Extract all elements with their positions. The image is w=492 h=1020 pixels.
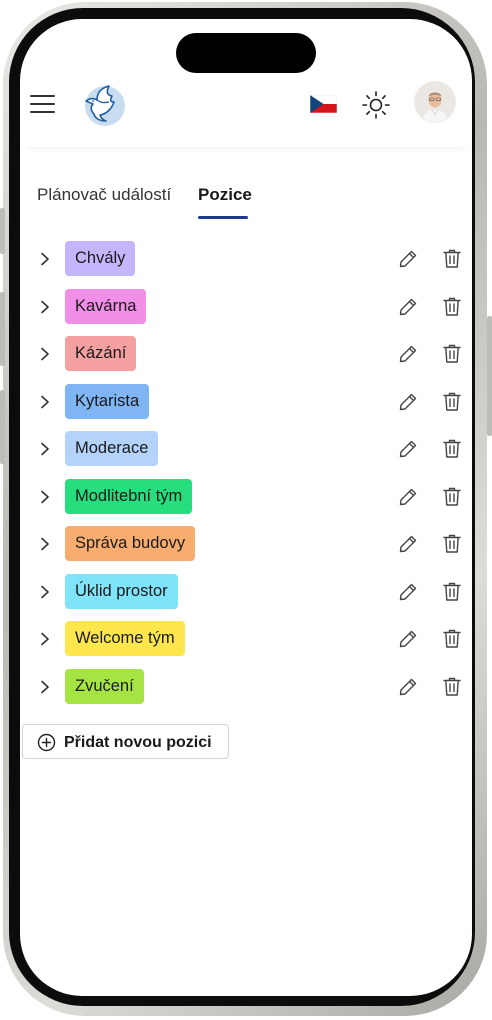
chevron-right-icon[interactable] (38, 395, 52, 409)
active-tab-indicator (198, 216, 248, 219)
avatar-image (415, 82, 455, 122)
volume-down-button (0, 390, 5, 464)
dove-logo-icon[interactable] (80, 81, 126, 127)
position-row: Zvučení (20, 668, 472, 716)
position-badge: Welcome tým (65, 621, 185, 656)
chevron-right-icon[interactable] (38, 490, 52, 504)
trash-icon[interactable] (442, 486, 462, 507)
user-avatar[interactable] (414, 81, 456, 123)
plus-circle-icon (37, 733, 56, 752)
czech-flag-icon[interactable] (310, 95, 337, 113)
chevron-right-icon[interactable] (38, 632, 52, 646)
position-row: Úklid prostor (20, 573, 472, 621)
position-badge: Modlitební tým (65, 478, 193, 514)
trash-icon[interactable] (442, 581, 462, 602)
trash-icon[interactable] (442, 343, 462, 364)
position-row: Moderace (20, 431, 472, 478)
chevron-right-icon[interactable] (38, 347, 52, 361)
pencil-icon[interactable] (398, 534, 418, 554)
add-position-label: Přidat novou pozici (64, 734, 212, 751)
position-row: Welcome tým (20, 621, 472, 668)
position-badge: Správa budovy (65, 526, 196, 561)
position-badge: Úklid prostor (65, 573, 178, 609)
position-badge: Kytarista (65, 383, 150, 419)
pencil-icon[interactable] (398, 344, 418, 364)
app-header (20, 75, 472, 147)
trash-icon[interactable] (442, 296, 462, 317)
pencil-icon[interactable] (398, 677, 418, 697)
position-badge: Kázání (65, 336, 137, 371)
add-position-button[interactable]: Přidat novou pozici (22, 724, 229, 759)
chevron-right-icon[interactable] (38, 442, 52, 456)
position-row: Chvály (20, 241, 472, 288)
trash-icon[interactable] (442, 676, 462, 697)
chevron-right-icon[interactable] (38, 252, 52, 266)
pencil-icon[interactable] (398, 487, 418, 507)
hamburger-menu-icon[interactable] (30, 93, 56, 115)
trash-icon[interactable] (442, 628, 462, 649)
trash-icon[interactable] (442, 533, 462, 554)
power-button (487, 316, 492, 436)
pencil-icon[interactable] (398, 629, 418, 649)
tab-event-planner[interactable]: Plánovač událostí (37, 185, 171, 205)
position-badge: Zvučení (65, 668, 144, 704)
pencil-icon[interactable] (398, 439, 418, 459)
position-badge: Kavárna (65, 288, 147, 324)
chevron-right-icon[interactable] (38, 300, 52, 314)
action-button (0, 208, 5, 254)
position-row: Kavárna (20, 288, 472, 336)
position-row: Kytarista (20, 383, 472, 431)
position-row: Správa budovy (20, 526, 472, 573)
position-row: Kázání (20, 336, 472, 383)
chevron-right-icon[interactable] (38, 585, 52, 599)
app-screen: Plánovač událostí Pozice Chvály Kavárna … (20, 19, 472, 996)
pencil-icon[interactable] (398, 297, 418, 317)
chevron-right-icon[interactable] (38, 537, 52, 551)
position-badge: Moderace (65, 431, 159, 466)
tab-positions[interactable]: Pozice (198, 185, 252, 205)
pencil-icon[interactable] (398, 392, 418, 412)
trash-icon[interactable] (442, 438, 462, 459)
dynamic-island (176, 33, 316, 73)
pencil-icon[interactable] (398, 582, 418, 602)
sun-icon[interactable] (361, 90, 391, 120)
trash-icon[interactable] (442, 391, 462, 412)
chevron-right-icon[interactable] (38, 680, 52, 694)
pencil-icon[interactable] (398, 249, 418, 269)
volume-up-button (0, 292, 5, 366)
position-row: Modlitební tým (20, 478, 472, 526)
position-badge: Chvály (65, 241, 136, 276)
trash-icon[interactable] (442, 248, 462, 269)
